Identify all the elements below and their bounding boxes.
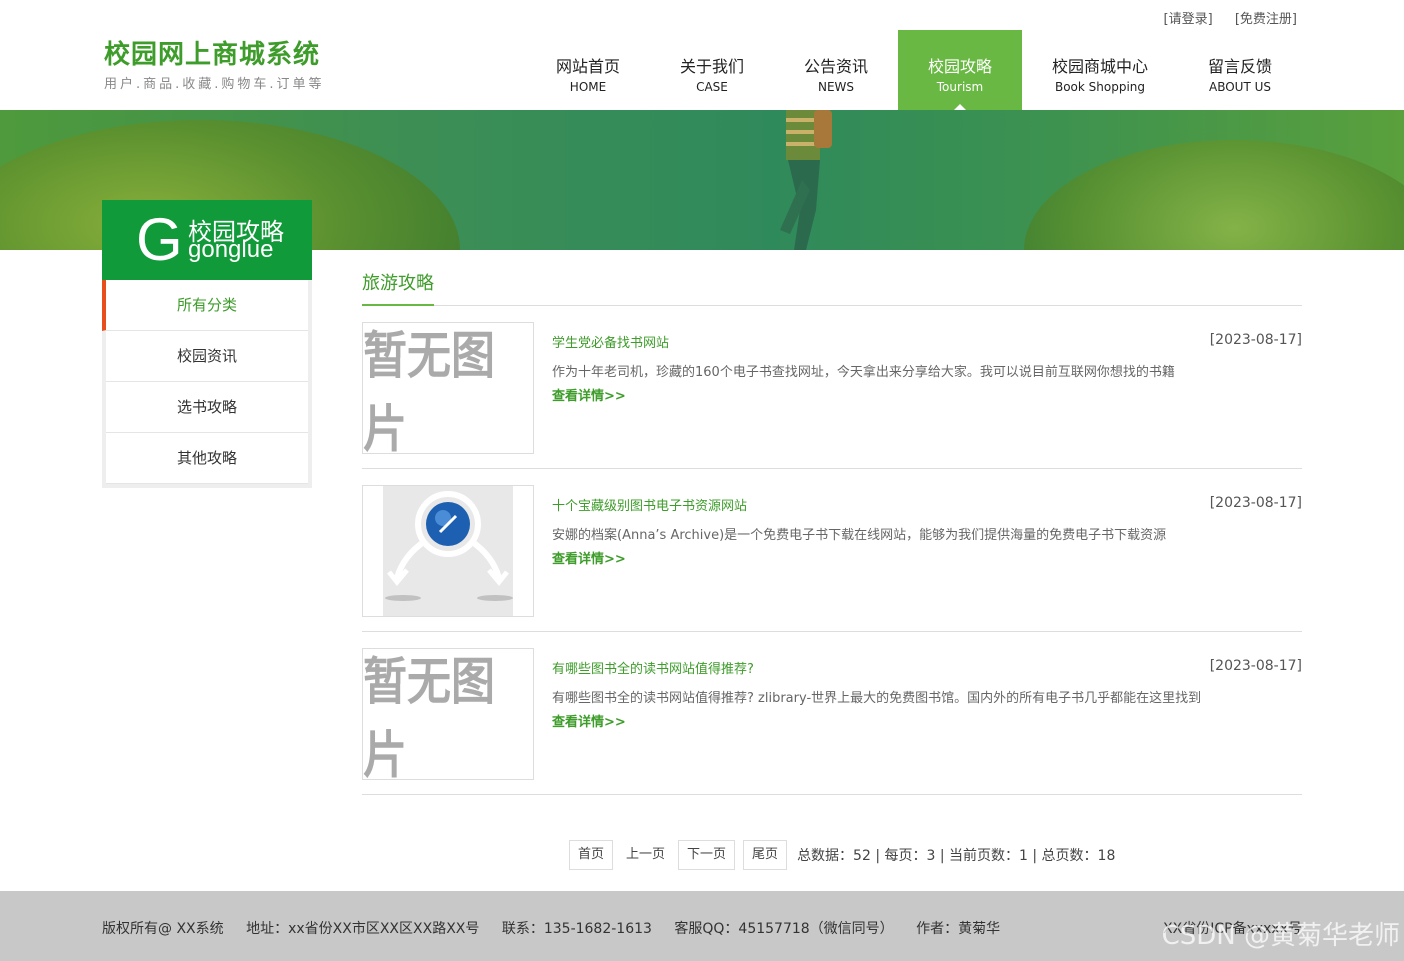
- main-content: 旅游攻略 暂无图片 学生党必备找书网站 [2023-08-17] 作为十年老司机…: [362, 270, 1302, 795]
- section-header: 旅游攻略: [362, 270, 1302, 306]
- footer-info: 版权所有@ XX系统 地址：xx省份XX市区XX区XX路XX号 联系：135-1…: [102, 918, 1018, 938]
- nav-label: 留言反馈: [1207, 57, 1272, 76]
- list-item: 暂无图片 有哪些图书全的读书网站值得推荐? [2023-08-17] 有哪些图书…: [362, 632, 1302, 795]
- nav-label: 公告资讯: [803, 57, 868, 76]
- nav-item-about[interactable]: 关于我们 CASE: [650, 30, 774, 110]
- broken-image-icon: [383, 486, 513, 616]
- no-image-placeholder: 暂无图片: [363, 327, 495, 454]
- sidebar-menu: 所有分类 校园资讯 选书攻略 其他攻略: [102, 280, 312, 488]
- site-header: [请登录] [免费注册] 校园网上商城系统 用户.商品.收藏.购物车.订单等 网…: [0, 0, 1404, 110]
- nav-sublabel: Tourism: [936, 80, 984, 94]
- nav-item-shop[interactable]: 校园商城中心 Book Shopping: [1022, 30, 1178, 110]
- site-footer: 版权所有@ XX系统 地址：xx省份XX市区XX区XX路XX号 联系：135-1…: [0, 891, 1404, 961]
- nav-sublabel: HOME: [569, 80, 607, 94]
- pagination: 首页 上一页 下一页 尾页 总数据：52 | 每页：3 | 当前页数：1 | 总…: [569, 840, 1115, 870]
- sidebar-item-campus-news[interactable]: 校园资讯: [106, 331, 308, 382]
- nav-label: 校园攻略: [927, 57, 992, 76]
- hiker-figure: [780, 110, 832, 250]
- nav-sublabel: Book Shopping: [1054, 80, 1146, 94]
- sidebar-item-all[interactable]: 所有分类: [102, 280, 308, 331]
- article-thumbnail[interactable]: [362, 485, 534, 617]
- footer-qq: 客服QQ：45157718（微信同号）: [674, 921, 894, 937]
- view-details-link[interactable]: 查看详情>>: [552, 711, 626, 730]
- next-page-button[interactable]: 下一页: [678, 840, 736, 870]
- footer-author: 作者：黄菊华: [916, 921, 1001, 937]
- nav-item-guides[interactable]: 校园攻略 Tourism: [898, 30, 1022, 110]
- nav-sublabel: ABOUT US: [1208, 80, 1271, 94]
- article-thumbnail[interactable]: 暂无图片: [362, 648, 534, 780]
- sidebar-item-other[interactable]: 其他攻略: [106, 433, 308, 484]
- article-title[interactable]: 十个宝藏级别图书电子书资源网站: [552, 495, 747, 514]
- article-title[interactable]: 有哪些图书全的读书网站值得推荐?: [552, 658, 754, 677]
- nav-label: 网站首页: [555, 57, 620, 76]
- list-item: 暂无图片 学生党必备找书网站 [2023-08-17] 作为十年老司机，珍藏的1…: [362, 306, 1302, 469]
- footer-address: 地址：xx省份XX市区XX区XX路XX号: [246, 921, 480, 937]
- nav-label: 校园商城中心: [1051, 57, 1148, 76]
- list-item: 十个宝藏级别图书电子书资源网站 [2023-08-17] 安娜的档案(Anna’…: [362, 469, 1302, 632]
- nav-sublabel: CASE: [696, 80, 728, 94]
- nav-label: 关于我们: [679, 57, 744, 76]
- main-nav: 网站首页 HOME 关于我们 CASE 公告资讯 NEWS 校园攻略 Touri…: [526, 30, 1302, 110]
- article-thumbnail[interactable]: 暂无图片: [362, 322, 534, 454]
- no-image-placeholder: 暂无图片: [363, 653, 495, 780]
- footer-copyright: 版权所有@ XX系统: [102, 921, 224, 937]
- article-date: [2023-08-17]: [1209, 658, 1302, 674]
- article-summary: 有哪些图书全的读书网站值得推荐? zlibrary-世界上最大的免费图书馆。国内…: [552, 691, 1202, 706]
- nav-item-feedback[interactable]: 留言反馈 ABOUT US: [1178, 30, 1302, 110]
- view-details-link[interactable]: 查看详情>>: [552, 385, 626, 404]
- article-title[interactable]: 学生党必备找书网站: [552, 332, 669, 351]
- last-page-button[interactable]: 尾页: [743, 840, 788, 870]
- footer-contact: 联系：135-1682-1613: [501, 921, 652, 937]
- sidebar-letter: G: [136, 206, 183, 273]
- article-date: [2023-08-17]: [1209, 332, 1302, 348]
- prev-page-button[interactable]: 上一页: [621, 840, 670, 870]
- watermark: CSDN @黄菊华老师: [1161, 921, 1400, 951]
- section-title: 旅游攻略: [362, 270, 434, 306]
- login-link[interactable]: [请登录]: [1164, 12, 1213, 27]
- sidebar-header: G 校园攻略 gonglue: [102, 200, 312, 280]
- site-logo[interactable]: 校园网上商城系统 用户.商品.收藏.购物车.订单等: [104, 34, 325, 92]
- view-details-link[interactable]: 查看详情>>: [552, 548, 626, 567]
- logo-subtitle: 用户.商品.收藏.购物车.订单等: [104, 77, 325, 92]
- register-link[interactable]: [免费注册]: [1235, 12, 1297, 27]
- sidebar-item-book-guide[interactable]: 选书攻略: [106, 382, 308, 433]
- article-summary: 作为十年老司机，珍藏的160个电子书查找网址，今天拿出来分享给大家。我可以说目前…: [552, 365, 1175, 380]
- top-links: [请登录] [免费注册]: [1146, 8, 1297, 27]
- nav-item-home[interactable]: 网站首页 HOME: [526, 30, 650, 110]
- nav-item-news[interactable]: 公告资讯 NEWS: [774, 30, 898, 110]
- pagination-info: 总数据：52 | 每页：3 | 当前页数：1 | 总页数：18: [797, 848, 1116, 864]
- article-summary: 安娜的档案(Anna’s Archive)是一个免费电子书下载在线网站，能够为我…: [552, 528, 1167, 543]
- first-page-button[interactable]: 首页: [569, 840, 614, 870]
- logo-title: 校园网上商城系统: [104, 40, 321, 70]
- article-date: [2023-08-17]: [1209, 495, 1302, 511]
- banner-hill-right: [1024, 140, 1404, 250]
- sidebar-pinyin: gonglue: [188, 236, 274, 263]
- nav-sublabel: NEWS: [817, 80, 855, 94]
